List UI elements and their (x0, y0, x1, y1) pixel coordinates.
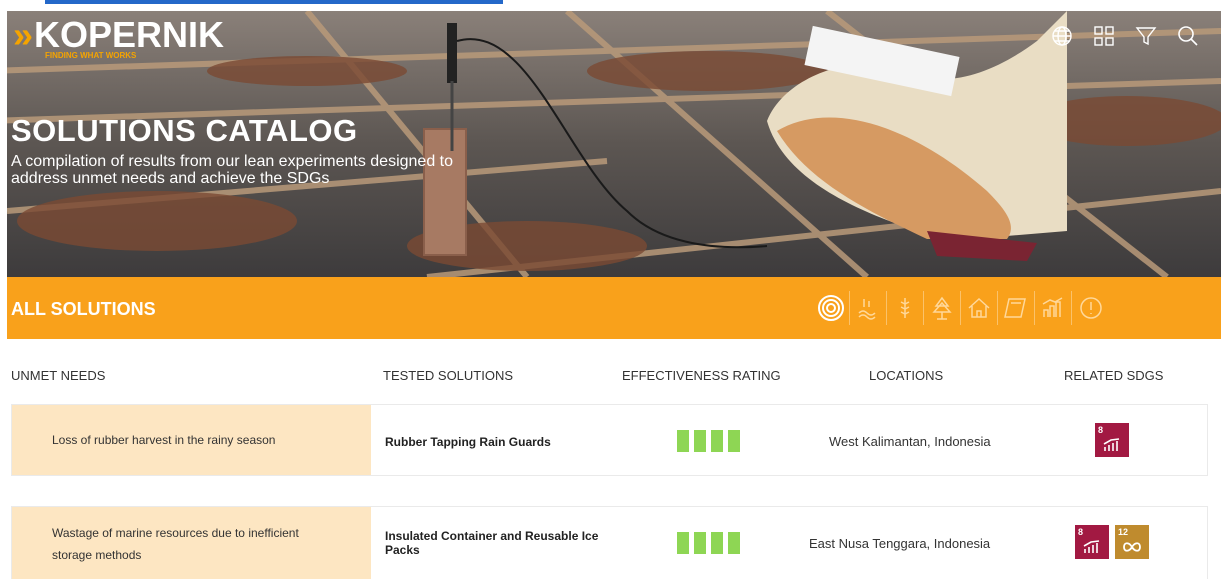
globe-icon[interactable] (1049, 23, 1075, 49)
sdg-12-icon[interactable]: 12 (1115, 525, 1149, 559)
economy-icon[interactable] (1035, 291, 1072, 325)
target-icon[interactable] (813, 291, 850, 325)
rating-bar (728, 532, 740, 554)
unmet-need-cell: Loss of rubber harvest in the rainy seas… (12, 405, 371, 475)
header-icon-group (1049, 23, 1201, 49)
logo-chevron: » (13, 14, 35, 55)
water-icon[interactable] (850, 291, 887, 325)
agriculture-icon[interactable] (887, 291, 924, 325)
education-icon[interactable] (998, 291, 1035, 325)
col-locations[interactable]: LOCATIONS (869, 368, 943, 383)
col-tested-solutions[interactable]: TESTED SOLUTIONS (383, 368, 513, 383)
section-title: ALL SOLUTIONS (11, 299, 156, 319)
solution-name[interactable]: Insulated Container and Reusable Ice Pac… (385, 529, 625, 557)
rating-bar (694, 430, 706, 452)
page-title: SOLUTIONS CATALOG (11, 113, 358, 148)
effectiveness-rating (677, 430, 740, 452)
sdg-8-icon[interactable]: 8 (1095, 423, 1129, 457)
rating-bar (677, 430, 689, 452)
page-subtitle: A compilation of results from our lean e… (11, 153, 454, 187)
rating-bar (711, 532, 723, 554)
category-filter-icons (813, 291, 1109, 325)
col-unmet-needs[interactable]: UNMET NEEDS (11, 368, 105, 383)
sdg-badges: 8 12 (1075, 525, 1149, 559)
rating-bar (711, 430, 723, 452)
top-link-bar (0, 0, 1221, 11)
housing-icon[interactable] (961, 291, 998, 325)
search-icon[interactable] (1175, 23, 1201, 49)
grid-icon[interactable] (1091, 23, 1117, 49)
unmet-need-cell: Wastage of marine resources due to ineff… (12, 507, 371, 579)
effectiveness-rating (677, 532, 740, 554)
sdg-number: 8 (1078, 527, 1084, 537)
col-related-sdgs[interactable]: RELATED SDGS (1064, 368, 1163, 383)
forest-icon[interactable] (924, 291, 961, 325)
solution-name[interactable]: Rubber Tapping Rain Guards (385, 435, 625, 449)
location: East Nusa Tenggara, Indonesia (809, 536, 991, 551)
logo-wordmark: KOPERNIK (34, 14, 225, 55)
kopernik-logo[interactable]: »KOPERNIK FINDING WHAT WORKS (13, 14, 225, 61)
url-underline[interactable] (45, 0, 503, 4)
sdg-8-icon[interactable]: 8 (1075, 525, 1109, 559)
rating-bar (677, 532, 689, 554)
location: West Kalimantan, Indonesia (829, 434, 991, 449)
sdg-number: 8 (1098, 425, 1104, 435)
all-solutions-bar: ALL SOLUTIONS (7, 277, 1221, 339)
col-effectiveness-rating[interactable]: EFFECTIVENESS RATING (622, 368, 781, 383)
logo-tagline: FINDING WHAT WORKS (45, 51, 137, 60)
health-icon[interactable] (1072, 291, 1109, 325)
table-row[interactable]: Loss of rubber harvest in the rainy seas… (11, 404, 1208, 476)
rating-bar (694, 532, 706, 554)
table-row[interactable]: Wastage of marine resources due to ineff… (11, 506, 1208, 579)
sdg-number: 12 (1118, 527, 1129, 537)
sdg-badges: 8 (1095, 423, 1129, 457)
filter-icon[interactable] (1133, 23, 1159, 49)
rating-bar (728, 430, 740, 452)
hero-banner: »KOPERNIK FINDING WHAT WORKS SOLUTIONS C… (7, 11, 1221, 277)
